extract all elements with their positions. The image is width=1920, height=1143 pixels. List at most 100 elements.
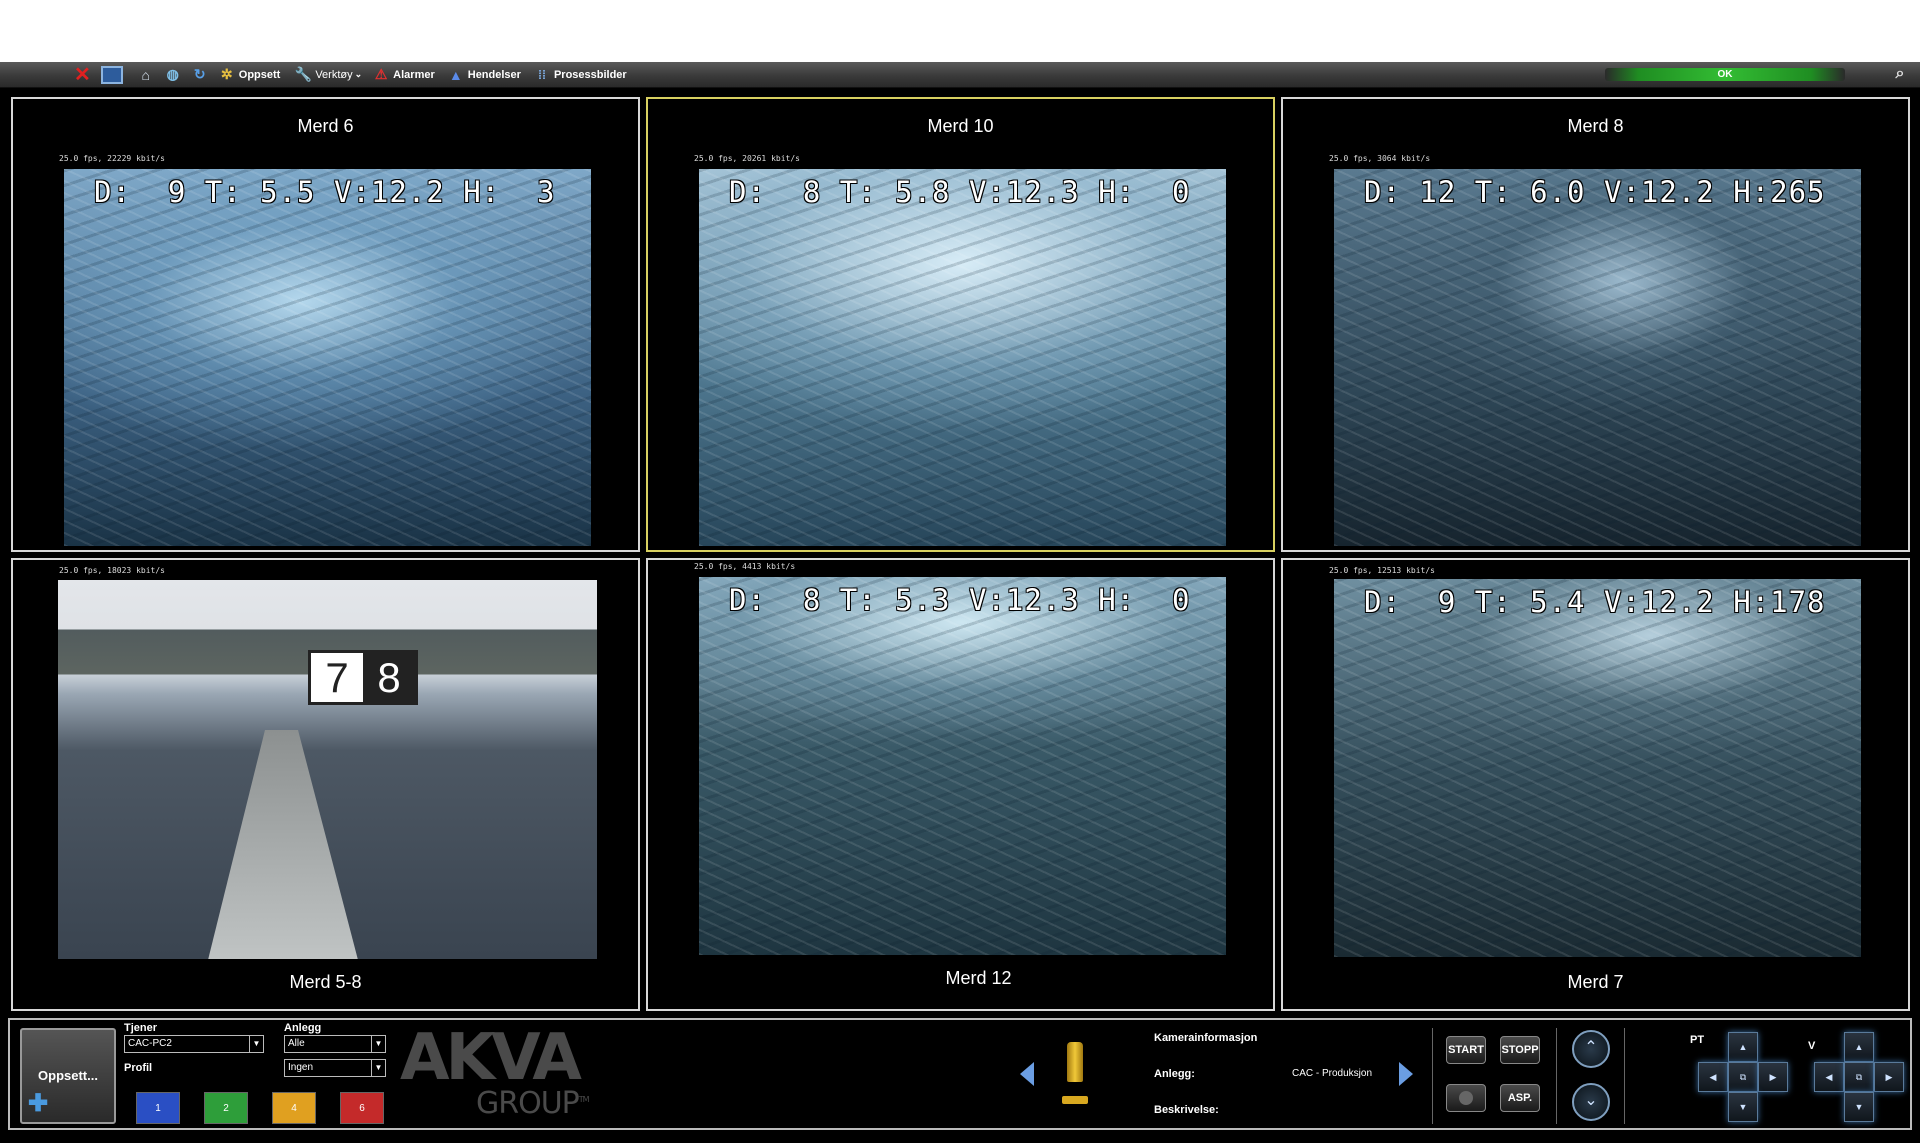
profile-button-4[interactable]: 4 [272, 1092, 316, 1124]
next-camera-arrow[interactable] [1399, 1062, 1413, 1086]
previous-camera-arrow[interactable] [1020, 1062, 1034, 1086]
pt-down-button[interactable]: ▼ [1728, 1092, 1758, 1122]
home-button[interactable]: ⌂ [137, 65, 158, 85]
camera-tile-merd-8[interactable]: Merd 8 25.0 fps, 3064 kbit/s D: 12 T: 6.… [1281, 97, 1910, 552]
search-icon: ⌕ [1895, 65, 1905, 82]
profil-select[interactable]: Ingen ▼ [284, 1059, 386, 1077]
record-button[interactable] [1446, 1084, 1486, 1112]
divider [1624, 1028, 1625, 1124]
camera-stats: 25.0 fps, 22229 kbit/s [59, 154, 165, 163]
chevron-down-icon: ▼ [371, 1036, 385, 1052]
prosessbilder-menu[interactable]: ⁞⁞ Prosessbilder [533, 65, 627, 85]
tjener-value: CAC-PC2 [128, 1038, 172, 1049]
hendelser-menu[interactable]: ▲ Hendelser [447, 65, 521, 85]
sign-number-left: 7 [325, 654, 349, 701]
video-feed[interactable]: D: 8 T: 5.3 V:12.3 H: 0 [699, 577, 1226, 955]
v-up-button[interactable]: ▲ [1844, 1032, 1874, 1062]
search-button[interactable]: ⌕ [1890, 65, 1910, 85]
v-left-button[interactable]: ◀ [1814, 1062, 1844, 1092]
camera-tile-merd-5-8[interactable]: 25.0 fps, 18023 kbit/s 7 8 Merd 5-8 [11, 558, 640, 1011]
camera-stats: 25.0 fps, 18023 kbit/s [59, 566, 165, 575]
pt-directional-pad: ▲ ◀ ⧉ ▶ ▼ [1698, 1032, 1788, 1122]
verktoy-menu-label: Verktøy [315, 68, 353, 81]
alarmer-menu-label: Alarmer [393, 68, 435, 81]
camera-stats: 25.0 fps, 12513 kbit/s [1329, 566, 1435, 575]
sensor-overlay: D: 12 T: 6.0 V:12.2 H:265 [1364, 175, 1826, 209]
camera-stats: 25.0 fps, 20261 kbit/s [694, 154, 800, 163]
wrench-icon: 🔧 [294, 66, 313, 82]
stopp-button[interactable]: STOPP [1500, 1036, 1540, 1064]
pt-right-button[interactable]: ▶ [1758, 1062, 1788, 1092]
pt-up-button[interactable]: ▲ [1728, 1032, 1758, 1062]
fish-school [1334, 579, 1861, 957]
globe-icon: ◍ [166, 66, 179, 82]
close-button[interactable]: ✕ [74, 64, 91, 86]
fish-school [64, 169, 591, 546]
oppsett-menu-label: Oppsett [238, 68, 281, 81]
profil-label: Profil [124, 1062, 153, 1074]
camera-title: Merd 12 [945, 968, 1012, 988]
record-icon [1459, 1091, 1473, 1106]
pt-center-button[interactable]: ⧉ [1728, 1062, 1758, 1092]
camera-tile-merd-12[interactable]: 25.0 fps, 4413 kbit/s D: 8 T: 5.3 V:12.3… [646, 558, 1275, 1011]
akva-group-logo: AKVA GROUPTM [400, 1026, 590, 1121]
close-icon: ✕ [74, 64, 91, 86]
sensor-overlay: D: 9 T: 5.4 V:12.2 H:178 [1364, 585, 1826, 619]
profile-button-2[interactable]: 2 [204, 1092, 248, 1124]
info-anlegg-value: CAC - Produksjon [1292, 1068, 1373, 1079]
video-feed[interactable]: D: 9 T: 5.5 V:12.2 H: 3 [64, 169, 591, 546]
v-down-button[interactable]: ▼ [1844, 1092, 1874, 1122]
oppsett-menu[interactable]: ✲ Oppsett [218, 65, 281, 85]
kamerainformasjon-heading: Kamerainformasjon [1154, 1032, 1258, 1044]
start-button[interactable]: START [1446, 1036, 1486, 1064]
info-beskrivelse-label: Beskrivelse: [1154, 1104, 1219, 1116]
pier-walkway [208, 730, 358, 959]
video-feed[interactable]: D: 9 T: 5.4 V:12.2 H:178 [1334, 579, 1861, 957]
v-center-button[interactable]: ⧉ [1844, 1062, 1874, 1092]
video-feed[interactable]: 7 8 [58, 580, 597, 959]
anlegg-label: Anlegg [284, 1022, 322, 1034]
sign-number-right: 8 [363, 653, 415, 702]
alarmer-menu[interactable]: ⚠ Alarmer [372, 65, 435, 85]
monitor-button[interactable] [100, 65, 123, 85]
monitor-icon [100, 65, 123, 84]
anlegg-select[interactable]: Alle ▼ [284, 1035, 386, 1053]
v-directional-pad: ▲ ◀ ⧉ ▶ ▼ [1814, 1032, 1904, 1122]
oppsett-button[interactable]: Oppsett... ✚ [20, 1028, 116, 1124]
globe-button[interactable]: ◍ [164, 65, 185, 85]
camera-tile-merd-6[interactable]: Merd 6 25.0 fps, 22229 kbit/s D: 9 T: 5.… [11, 97, 640, 552]
asp-button[interactable]: ASP. [1500, 1084, 1540, 1112]
video-feed[interactable]: D: 12 T: 6.0 V:12.2 H:265 [1334, 169, 1861, 546]
logo-group: GROUPTM [476, 1086, 590, 1121]
sensor-overlay: D: 8 T: 5.8 V:12.3 H: 0 [729, 175, 1191, 209]
profil-value: Ingen [288, 1062, 314, 1073]
camera-title: Merd 6 [297, 116, 354, 136]
status-indicator: OK [1605, 68, 1845, 81]
divider [1432, 1028, 1433, 1124]
zoom-up-button[interactable]: ⌃ [1572, 1030, 1610, 1068]
verktoy-menu[interactable]: 🔧 Verktøy ⌄ [294, 65, 363, 85]
chevron-up-icon: ⌃ [1584, 1039, 1598, 1056]
profile-button-1[interactable]: 1 [136, 1092, 180, 1124]
control-panel: Oppsett... ✚ Tjener CAC-PC2 ▼ Anlegg All… [8, 1018, 1912, 1130]
tjener-select[interactable]: CAC-PC2 ▼ [124, 1035, 264, 1053]
anlegg-value: Alle [288, 1038, 305, 1049]
oppsett-button-label: Oppsett... [38, 1068, 98, 1083]
pt-left-button[interactable]: ◀ [1698, 1062, 1728, 1092]
hendelser-menu-label: Hendelser [467, 68, 521, 81]
camera-tile-merd-7[interactable]: 25.0 fps, 12513 kbit/s D: 9 T: 5.4 V:12.… [1281, 558, 1910, 1011]
top-margin [0, 0, 1920, 62]
camera-tile-merd-10[interactable]: Merd 10 25.0 fps, 20261 kbit/s D: 8 T: 5… [646, 97, 1275, 552]
info-anlegg-label: Anlegg: [1154, 1068, 1195, 1080]
video-feed[interactable]: D: 8 T: 5.8 V:12.3 H: 0 [699, 169, 1226, 546]
refresh-button[interactable]: ↻ [191, 65, 212, 85]
settings-icon: ✲ [220, 66, 233, 82]
refresh-icon: ↻ [193, 66, 206, 82]
zoom-down-button[interactable]: ⌄ [1572, 1083, 1610, 1121]
camera-title: Merd 5-8 [289, 972, 362, 992]
home-icon: ⌂ [141, 66, 150, 83]
plus-icon: ✚ [28, 1090, 49, 1117]
chevron-down-icon: ▼ [371, 1060, 385, 1076]
profile-button-6[interactable]: 6 [340, 1092, 384, 1124]
v-right-button[interactable]: ▶ [1874, 1062, 1904, 1092]
